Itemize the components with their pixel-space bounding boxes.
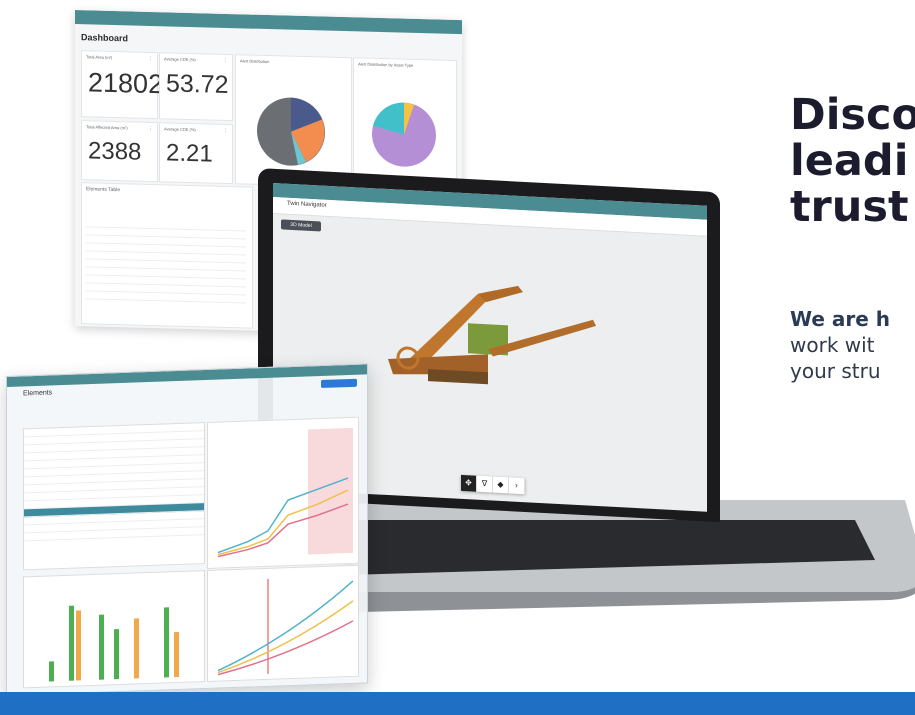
kpi-card: Average CDE (%) ⋮ 2.21 — [159, 122, 233, 185]
kpi-card: Total Affected Area (m²) ⋮ 2388 — [81, 120, 158, 183]
app-title: Twin Navigator — [287, 200, 327, 209]
bar-chart-card — [23, 570, 205, 689]
kpi-label: Total Area (m²) — [86, 54, 113, 60]
viewer-toolbar: ✥ ∇ ◆ › — [461, 474, 525, 495]
line-chart — [217, 427, 353, 558]
more-icon[interactable]: ⋮ — [148, 56, 153, 62]
kpi-card: Total Area (m²) ⋮ 218026 — [81, 50, 178, 120]
more-icon[interactable]: ⋮ — [148, 126, 153, 132]
kpi-value: 2.21 — [166, 139, 213, 168]
hero-subtext: We are h work wit your stru — [790, 306, 915, 384]
dashboard-header-bar — [75, 10, 462, 35]
pie-chart — [372, 102, 436, 167]
pin-icon[interactable]: ◆ — [493, 476, 509, 494]
hero-title-line: leadi — [790, 136, 909, 186]
tab-3d-model[interactable]: 3D Model — [281, 219, 321, 232]
hero-heading: Disco leadi trust — [790, 92, 915, 230]
hero-sub-bold: We are h — [790, 307, 890, 331]
kpi-value: 2388 — [88, 137, 142, 166]
curve-chart — [217, 578, 354, 676]
action-button[interactable] — [321, 378, 357, 388]
panel-title: Elements — [23, 389, 53, 398]
pie-chart — [257, 97, 325, 166]
elements-table-card: Elements Table — [81, 182, 253, 329]
elements-table — [23, 422, 205, 571]
kpi-label: Average CDE (%) — [164, 56, 196, 63]
pan-icon[interactable]: ✥ — [461, 474, 477, 492]
next-icon[interactable]: › — [509, 477, 525, 495]
pie-chart-card: Alert Distribution — [235, 54, 352, 188]
kpi-value: 53.72 — [166, 69, 229, 100]
hero-title-line: Disco — [790, 92, 915, 140]
chart-title: Alert Distribution — [240, 58, 270, 65]
filter-icon[interactable]: ∇ — [477, 475, 493, 493]
kpi-card: Average CDE (%) ⋮ 53.72 — [159, 52, 233, 122]
kpi-label: Average CDE (%) — [164, 126, 196, 133]
hero-sub-line: work wit — [790, 333, 875, 357]
bar-chart — [49, 605, 179, 682]
dashboard-title: Dashboard — [81, 32, 129, 44]
hero-sub-line: your stru — [790, 359, 881, 383]
panel-header-bar — [7, 364, 367, 387]
more-icon[interactable]: ⋮ — [223, 128, 228, 134]
bottom-brand-bar — [0, 692, 915, 715]
machine-3d-model[interactable] — [368, 248, 598, 410]
more-icon[interactable]: ⋮ — [223, 58, 228, 64]
pie-chart-card: Alert Distribution by Asset Type — [353, 57, 457, 191]
table-title: Elements Table — [86, 186, 121, 194]
curve-chart-card — [207, 564, 359, 682]
kpi-label: Total Affected Area (m²) — [86, 124, 128, 131]
foreground-panel: Elements — [6, 363, 368, 696]
hero-title-line: trust — [790, 182, 909, 230]
line-chart-card — [207, 416, 359, 569]
